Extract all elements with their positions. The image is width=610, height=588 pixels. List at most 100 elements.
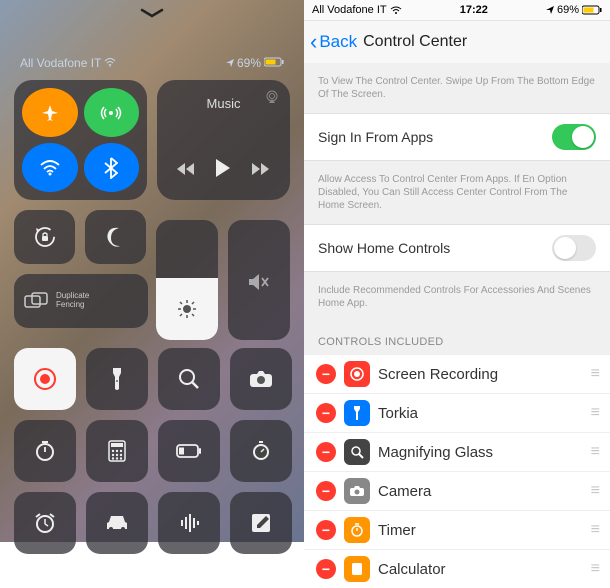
screen-recording-button[interactable] [14, 348, 76, 410]
flashlight-button[interactable] [86, 348, 148, 410]
camera-icon [344, 478, 370, 504]
brightness-icon [177, 299, 197, 319]
next-track-button[interactable] [252, 162, 270, 180]
record-icon [33, 367, 57, 391]
control-row-calculator[interactable]: − Calculator ≡ [304, 549, 610, 588]
battery-icon [582, 5, 602, 15]
row-label: Sign In From Apps [318, 129, 433, 145]
wifi-icon [104, 57, 116, 70]
control-label: Magnifying Glass [378, 444, 583, 461]
magnifier-button[interactable] [158, 348, 220, 410]
reorder-handle[interactable]: ≡ [591, 521, 598, 539]
location-icon [226, 56, 234, 70]
mirror-icon [24, 292, 48, 310]
reorder-handle[interactable]: ≡ [591, 560, 598, 578]
sign-in-apps-toggle[interactable] [552, 124, 596, 150]
help-text-3: Include Recommended Controls For Accesso… [304, 272, 610, 322]
carrier-label: All Vodafone IT [312, 4, 387, 16]
moon-icon [105, 226, 127, 248]
mute-icon [228, 272, 290, 297]
battery-label: 69% [557, 4, 579, 16]
status-bar: All Vodafone IT 69% [14, 56, 290, 70]
back-arrow-icon[interactable]: ‹ [310, 29, 317, 55]
wifi-button[interactable] [22, 143, 78, 192]
calculator-button[interactable] [86, 420, 148, 482]
alarm-icon [33, 512, 57, 534]
battery-icon [176, 444, 202, 458]
back-button[interactable]: Back [319, 32, 357, 52]
magnifier-icon [178, 368, 200, 390]
connectivity-card[interactable] [14, 80, 147, 200]
stopwatch-icon [250, 440, 272, 462]
timer-button[interactable] [14, 420, 76, 482]
wifi-icon [39, 159, 61, 177]
do-not-disturb-button[interactable] [85, 210, 146, 264]
bluetooth-icon [104, 157, 118, 179]
calculator-icon [344, 556, 370, 582]
remove-button[interactable]: − [316, 403, 336, 423]
timer-icon [344, 517, 370, 543]
reorder-handle[interactable]: ≡ [591, 482, 598, 500]
remove-button[interactable]: − [316, 559, 336, 579]
home-controls-toggle[interactable] [552, 235, 596, 261]
control-row-timer[interactable]: − Timer ≡ [304, 510, 610, 549]
remove-button[interactable]: − [316, 364, 336, 384]
reorder-handle[interactable]: ≡ [591, 404, 598, 422]
music-card[interactable]: Music [157, 80, 290, 200]
camera-icon [249, 370, 273, 388]
battery-icon [264, 56, 284, 70]
controls-included-header: CONTROLS INCLUDED [304, 322, 610, 354]
row-label: Show Home Controls [318, 240, 450, 256]
audio-wave-icon [179, 512, 199, 534]
brightness-slider[interactable] [156, 220, 218, 340]
chevron-down-icon [140, 8, 164, 18]
battery-label: 69% [237, 56, 261, 70]
control-center-panel: All Vodafone IT 69% [0, 0, 304, 542]
control-label: Timer [378, 522, 583, 539]
airplay-icon[interactable] [264, 90, 280, 107]
notes-button[interactable] [230, 492, 292, 554]
play-button[interactable] [215, 159, 231, 182]
wifi-icon [390, 6, 402, 15]
prev-track-button[interactable] [177, 162, 195, 180]
stopwatch-button[interactable] [230, 420, 292, 482]
volume-slider[interactable] [228, 220, 290, 340]
sign-in-from-apps-row: Sign In From Apps [304, 113, 610, 161]
magnifier-icon [344, 439, 370, 465]
bluetooth-button[interactable] [84, 143, 140, 192]
orientation-lock-button[interactable] [14, 210, 75, 264]
location-icon [546, 6, 554, 14]
mirror-label-2: Fencing [56, 301, 89, 310]
help-text-2: Allow Access To Control Center From Apps… [304, 161, 610, 224]
hearing-button[interactable] [158, 492, 220, 554]
control-row-torkia[interactable]: − Torkia ≡ [304, 393, 610, 432]
page-title: Control Center [363, 33, 467, 51]
camera-button[interactable] [230, 348, 292, 410]
reorder-handle[interactable]: ≡ [591, 443, 598, 461]
settings-panel: All Vodafone IT 17:22 69% ‹ Back Control… [304, 0, 610, 542]
low-power-button[interactable] [158, 420, 220, 482]
driving-button[interactable] [86, 492, 148, 554]
control-label: Torkia [378, 405, 583, 422]
airplane-icon [40, 103, 60, 123]
calculator-icon [108, 440, 126, 462]
control-row-magnifying-glass[interactable]: − Magnifying Glass ≡ [304, 432, 610, 471]
remove-button[interactable]: − [316, 442, 336, 462]
status-bar: All Vodafone IT 17:22 69% [304, 0, 610, 21]
carrier-label: All Vodafone IT [20, 56, 101, 70]
remove-button[interactable]: − [316, 481, 336, 501]
control-row-camera[interactable]: − Camera ≡ [304, 471, 610, 510]
alarm-button[interactable] [14, 492, 76, 554]
show-home-controls-row: Show Home Controls [304, 224, 610, 272]
cellular-data-button[interactable] [84, 88, 140, 137]
airplane-mode-button[interactable] [22, 88, 78, 137]
timer-icon [34, 440, 56, 462]
remove-button[interactable]: − [316, 520, 336, 540]
screen-mirroring-button[interactable]: Duplicate Fencing [14, 274, 148, 328]
time-label: 17:22 [460, 4, 488, 16]
compose-icon [251, 513, 271, 533]
nav-header: ‹ Back Control Center [304, 21, 610, 63]
reorder-handle[interactable]: ≡ [591, 365, 598, 383]
control-row-screen-recording[interactable]: − Screen Recording ≡ [304, 354, 610, 393]
flashlight-icon [344, 400, 370, 426]
